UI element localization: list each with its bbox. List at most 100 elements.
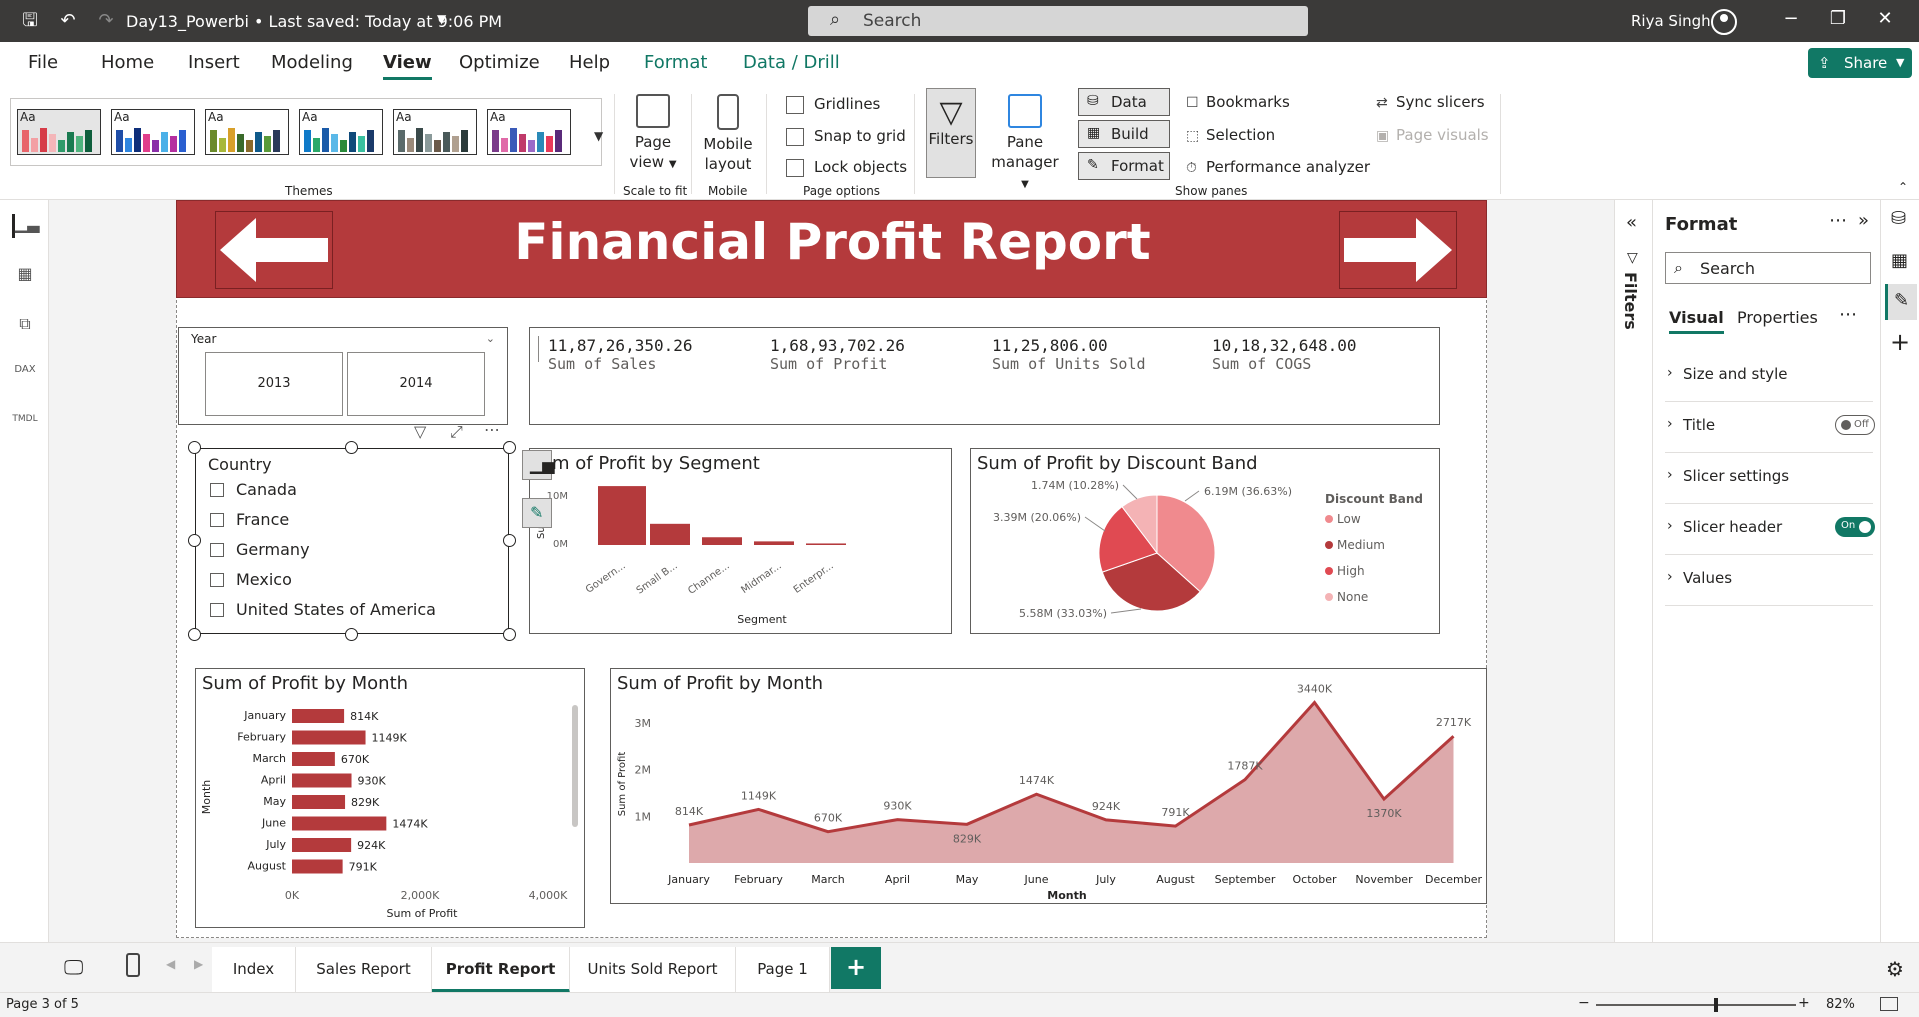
- menu-format[interactable]: Format: [644, 52, 707, 73]
- close-icon[interactable]: ✕: [1870, 8, 1900, 34]
- page-visuals-button[interactable]: ▣ Page visuals: [1376, 126, 1489, 144]
- collapse-ribbon-icon[interactable]: ⌃: [1898, 180, 1908, 194]
- add-page-button[interactable]: +: [831, 947, 881, 989]
- menu-home[interactable]: Home: [101, 52, 154, 73]
- menu-insert[interactable]: Insert: [188, 52, 240, 73]
- model-view-icon[interactable]: ⧉: [12, 314, 38, 338]
- desktop-layout-icon[interactable]: 🖵: [64, 955, 83, 979]
- tab-sales-report[interactable]: Sales Report: [296, 947, 432, 993]
- settings-icon[interactable]: ⚙: [1886, 957, 1904, 981]
- tab-units-sold-report[interactable]: Units Sold Report: [570, 947, 736, 993]
- tmdl-view-icon[interactable]: TMDL: [12, 414, 38, 438]
- filters-pane-button[interactable]: ▽ Filters: [926, 88, 976, 178]
- resize-handle[interactable]: [345, 441, 358, 454]
- sync-slicers-button[interactable]: ⇄ Sync slicers: [1376, 93, 1485, 111]
- data-pane-button[interactable]: ⛁ Data: [1078, 88, 1170, 116]
- file-menu-caret-icon[interactable]: ▼: [437, 12, 446, 26]
- more-options-icon[interactable]: ⋯: [484, 420, 500, 439]
- more-options-icon[interactable]: ⋯: [1839, 304, 1857, 325]
- save-icon[interactable]: 🖫: [18, 9, 42, 33]
- table-view-icon[interactable]: ▦: [12, 264, 38, 288]
- add-icon[interactable]: +: [1890, 328, 1910, 356]
- minimize-icon[interactable]: −: [1776, 8, 1806, 34]
- restore-icon[interactable]: ❐: [1823, 8, 1853, 34]
- pane-manager-button[interactable]: Pane manager ▼: [988, 94, 1062, 195]
- focus-mode-icon[interactable]: ⤢: [450, 422, 463, 442]
- zoom-slider-thumb[interactable]: [1714, 998, 1718, 1012]
- bookmarks-button[interactable]: ☐ Bookmarks: [1186, 93, 1290, 111]
- selection-button[interactable]: ⬚ Selection: [1186, 126, 1275, 144]
- build-pane-button[interactable]: ▦ Build: [1078, 120, 1170, 148]
- menu-file[interactable]: File: [28, 52, 58, 73]
- tab-page-1[interactable]: Page 1: [736, 947, 830, 993]
- scrollbar[interactable]: [572, 705, 578, 827]
- expand-icon[interactable]: «: [1626, 212, 1637, 233]
- global-search-box[interactable]: ⌕ Search: [808, 6, 1308, 36]
- share-button[interactable]: ⇪ Share ▼: [1808, 48, 1912, 78]
- tab-properties[interactable]: Properties: [1737, 308, 1818, 327]
- filter-icon[interactable]: ▽: [414, 422, 426, 441]
- theme-swatch[interactable]: Aa: [205, 109, 289, 155]
- resize-handle[interactable]: [188, 534, 201, 547]
- zoom-out-icon[interactable]: −: [1578, 995, 1590, 1011]
- undo-icon[interactable]: ↶: [56, 9, 80, 33]
- theme-swatch[interactable]: Aa: [393, 109, 477, 155]
- build-pane-icon[interactable]: ▦: [1891, 250, 1908, 271]
- visual-type-icon[interactable]: ▁▅: [522, 450, 555, 480]
- zoom-slider[interactable]: [1596, 1004, 1796, 1006]
- menu-data-drill[interactable]: Data / Drill: [743, 52, 840, 73]
- tab-profit-report[interactable]: Profit Report: [432, 947, 570, 993]
- zoom-in-icon[interactable]: +: [1798, 995, 1810, 1011]
- collapse-icon[interactable]: »: [1858, 210, 1869, 231]
- forward-arrow-button[interactable]: [1339, 211, 1457, 289]
- menu-modeling[interactable]: Modeling: [271, 52, 353, 73]
- year-option-2013[interactable]: 2013: [205, 352, 343, 416]
- page-view-button[interactable]: Page view ▼: [628, 94, 678, 175]
- profit-by-discount-band-chart[interactable]: Sum of Profit by Discount Band 6.19M (36…: [970, 448, 1440, 634]
- report-view-icon[interactable]: ▁▃: [12, 214, 40, 238]
- theme-swatch[interactable]: Aa: [299, 109, 383, 155]
- tab-index[interactable]: Index: [212, 947, 296, 993]
- profit-by-month-area-chart[interactable]: Sum of Profit by Month 1M 2M 3M Sum of Prof…: [610, 668, 1487, 904]
- more-options-icon[interactable]: ⋯: [1829, 210, 1847, 231]
- resize-handle[interactable]: [345, 628, 358, 641]
- fit-to-page-icon[interactable]: [1880, 997, 1898, 1011]
- menu-optimize[interactable]: Optimize: [459, 52, 540, 73]
- resize-handle[interactable]: [503, 628, 516, 641]
- chevron-down-icon[interactable]: ⌄: [486, 332, 495, 345]
- section-slicer-settings[interactable]: › Slicer settings: [1665, 454, 1873, 504]
- section-size-and-style[interactable]: › Size and style: [1665, 352, 1873, 402]
- format-search-input[interactable]: ⌕ Search: [1665, 252, 1871, 284]
- performance-analyzer-button[interactable]: ⏱ Performance analyzer: [1186, 158, 1370, 176]
- resize-handle[interactable]: [188, 628, 201, 641]
- dax-query-icon[interactable]: DAX: [12, 364, 38, 388]
- title-toggle[interactable]: Off: [1835, 415, 1875, 435]
- tab-visual[interactable]: Visual: [1669, 308, 1724, 334]
- filters-pane-collapsed[interactable]: « ▽ Filters: [1614, 200, 1652, 942]
- menu-help[interactable]: Help: [569, 52, 610, 73]
- section-title[interactable]: › Title Off: [1665, 403, 1875, 453]
- format-pane-button[interactable]: ✎ Format: [1078, 152, 1170, 180]
- profit-by-segment-chart[interactable]: m of Profit by Segment 10M0MSumGovern...…: [529, 448, 952, 634]
- theme-swatch[interactable]: Aa: [17, 109, 101, 155]
- menu-view[interactable]: View: [383, 52, 432, 80]
- profit-by-month-bar-chart[interactable]: Sum of Profit by Month January 814K Februa…: [195, 668, 585, 928]
- resize-handle[interactable]: [503, 534, 516, 547]
- mobile-layout-icon[interactable]: [126, 953, 140, 977]
- user-name[interactable]: Riya Singh: [1631, 12, 1711, 30]
- theme-swatch[interactable]: Aa: [111, 109, 195, 155]
- theme-swatch[interactable]: Aa: [487, 109, 571, 155]
- resize-handle[interactable]: [503, 441, 516, 454]
- year-option-2014[interactable]: 2014: [347, 352, 485, 416]
- resize-handle[interactable]: [188, 441, 201, 454]
- format-visual-icon[interactable]: ✎: [522, 498, 552, 528]
- chevron-down-icon[interactable]: ▼: [594, 129, 603, 143]
- section-slicer-header[interactable]: › Slicer header On: [1665, 505, 1875, 555]
- next-page-icon[interactable]: ▶: [194, 957, 203, 971]
- mobile-layout-button[interactable]: Mobile layout: [700, 94, 756, 174]
- avatar-icon[interactable]: [1711, 9, 1737, 35]
- prev-page-icon[interactable]: ◀: [166, 957, 175, 971]
- format-pane-icon[interactable]: ✎: [1885, 284, 1917, 320]
- data-pane-icon[interactable]: ⛁: [1891, 208, 1906, 229]
- redo-icon[interactable]: ↷: [94, 9, 118, 33]
